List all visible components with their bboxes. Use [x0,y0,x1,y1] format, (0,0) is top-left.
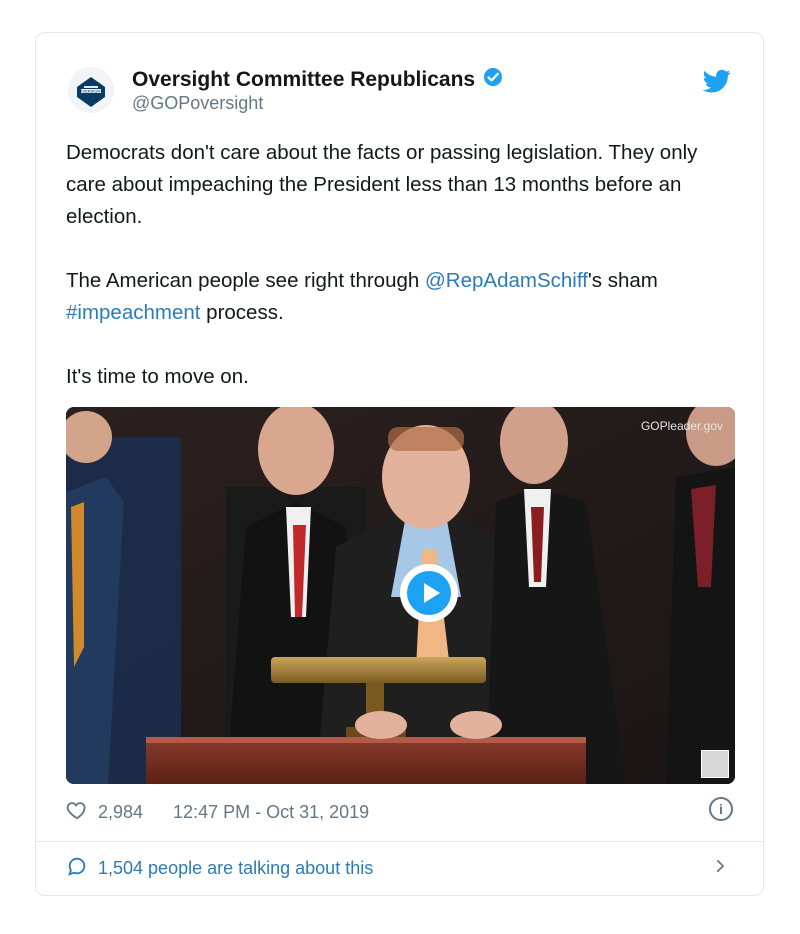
mention-link[interactable]: @RepAdamSchiff [425,269,588,292]
divider [36,841,763,842]
heart-icon[interactable] [66,799,88,826]
chevron-right-icon[interactable] [711,857,729,875]
avatar[interactable]: OVERSIGHT [68,67,114,113]
timestamp[interactable]: 12:47 PM - Oct 31, 2019 [173,802,369,823]
tweet-paragraph-3: It's time to move on. [66,361,741,393]
tweet-paragraph-2: The American people see right through @R… [66,265,741,329]
capitol-logo-icon: OVERSIGHT [68,67,114,113]
tweet-paragraph-1: Democrats don't care about the facts or … [66,137,741,233]
paragraph-2-after: process. [200,301,284,324]
display-name[interactable]: Oversight Committee Republicans [132,68,475,92]
video-media[interactable]: GOPleader.gov [66,407,735,784]
tweet-card: OVERSIGHT Oversight Committee Republican… [35,32,764,896]
video-watermark: GOPleader.gov [640,419,723,433]
play-button[interactable] [400,564,458,622]
avatar-text: OVERSIGHT [79,89,103,94]
hashtag-link[interactable]: #impeachment [66,301,200,324]
paragraph-1-text: Democrats don't care about the facts or … [66,141,698,228]
twitter-bird-icon[interactable] [702,67,731,95]
play-icon [407,571,451,615]
talking-about-text[interactable]: 1,504 people are talking about this [98,858,373,879]
tweet-text: Democrats don't care about the facts or … [66,137,741,425]
paragraph-2-before: The American people see right through [66,269,425,292]
tweet-meta: 2,984 12:47 PM - Oct 31, 2019 [66,799,369,826]
info-icon[interactable]: i [709,797,733,821]
handle[interactable]: @GOPoversight [132,93,263,114]
account-row: Oversight Committee Republicans [132,67,503,92]
verified-badge-icon [483,67,503,92]
paragraph-3-text: It's time to move on. [66,365,249,388]
comment-bubble-icon [66,855,88,882]
paragraph-2-mid: 's sham [587,269,658,292]
conversation-footer[interactable]: 1,504 people are talking about this [66,855,373,882]
video-thumbnail-icon [701,750,729,778]
like-count[interactable]: 2,984 [98,802,143,823]
